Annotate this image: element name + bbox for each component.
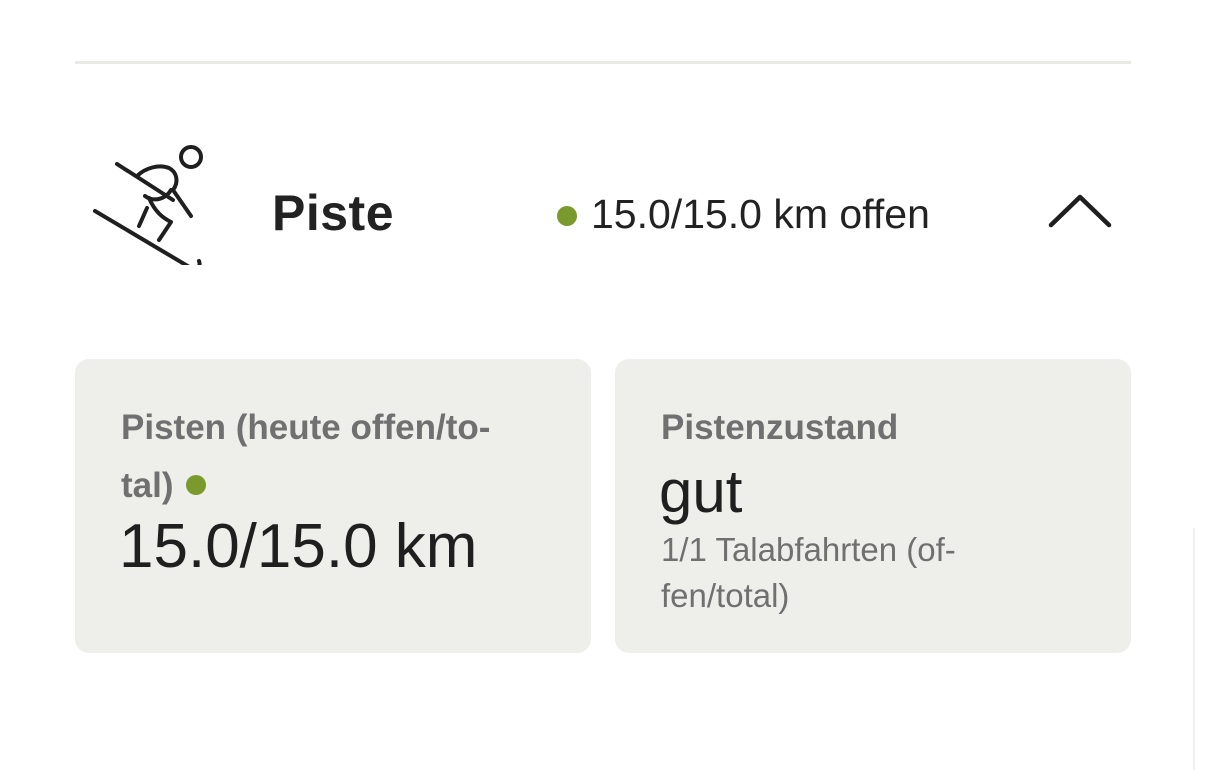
slopes-card: Pisten (heute offen/to- tal) 15.0/15.0 k… <box>75 359 591 653</box>
skier-icon <box>93 145 203 265</box>
condition-card: Pistenzustand gut 1/1 Talabfahrten (of- … <box>615 359 1131 653</box>
condition-label: Pistenzustand <box>661 408 899 447</box>
status-dot <box>557 206 577 226</box>
scrollbar[interactable] <box>1193 528 1195 770</box>
slopes-label-line2: tal) <box>121 466 174 505</box>
chevron-up-icon[interactable] <box>1045 185 1115 235</box>
status-text: 15.0/15.0 km offen <box>591 190 930 237</box>
valley-runs-line1: 1/1 Talabfahrten (of- <box>661 531 956 568</box>
valley-runs-text: 1/1 Talabfahrten (of- fen/total) <box>661 527 1061 619</box>
valley-runs-line2: fen/total) <box>661 577 790 614</box>
status-dot <box>185 474 206 495</box>
slopes-label-line1: Pisten (heute offen/to- <box>121 408 491 447</box>
section-title: Piste <box>272 185 395 241</box>
slopes-value: 15.0/15.0 km <box>119 512 478 581</box>
section-divider <box>75 61 1131 64</box>
condition-value: gut <box>659 458 743 525</box>
open-status: 15.0/15.0 km offen <box>557 186 930 242</box>
slopes-label: Pisten (heute offen/to- tal) <box>121 399 561 515</box>
piste-section-header[interactable]: Piste 15.0/15.0 km offen <box>75 130 1131 280</box>
